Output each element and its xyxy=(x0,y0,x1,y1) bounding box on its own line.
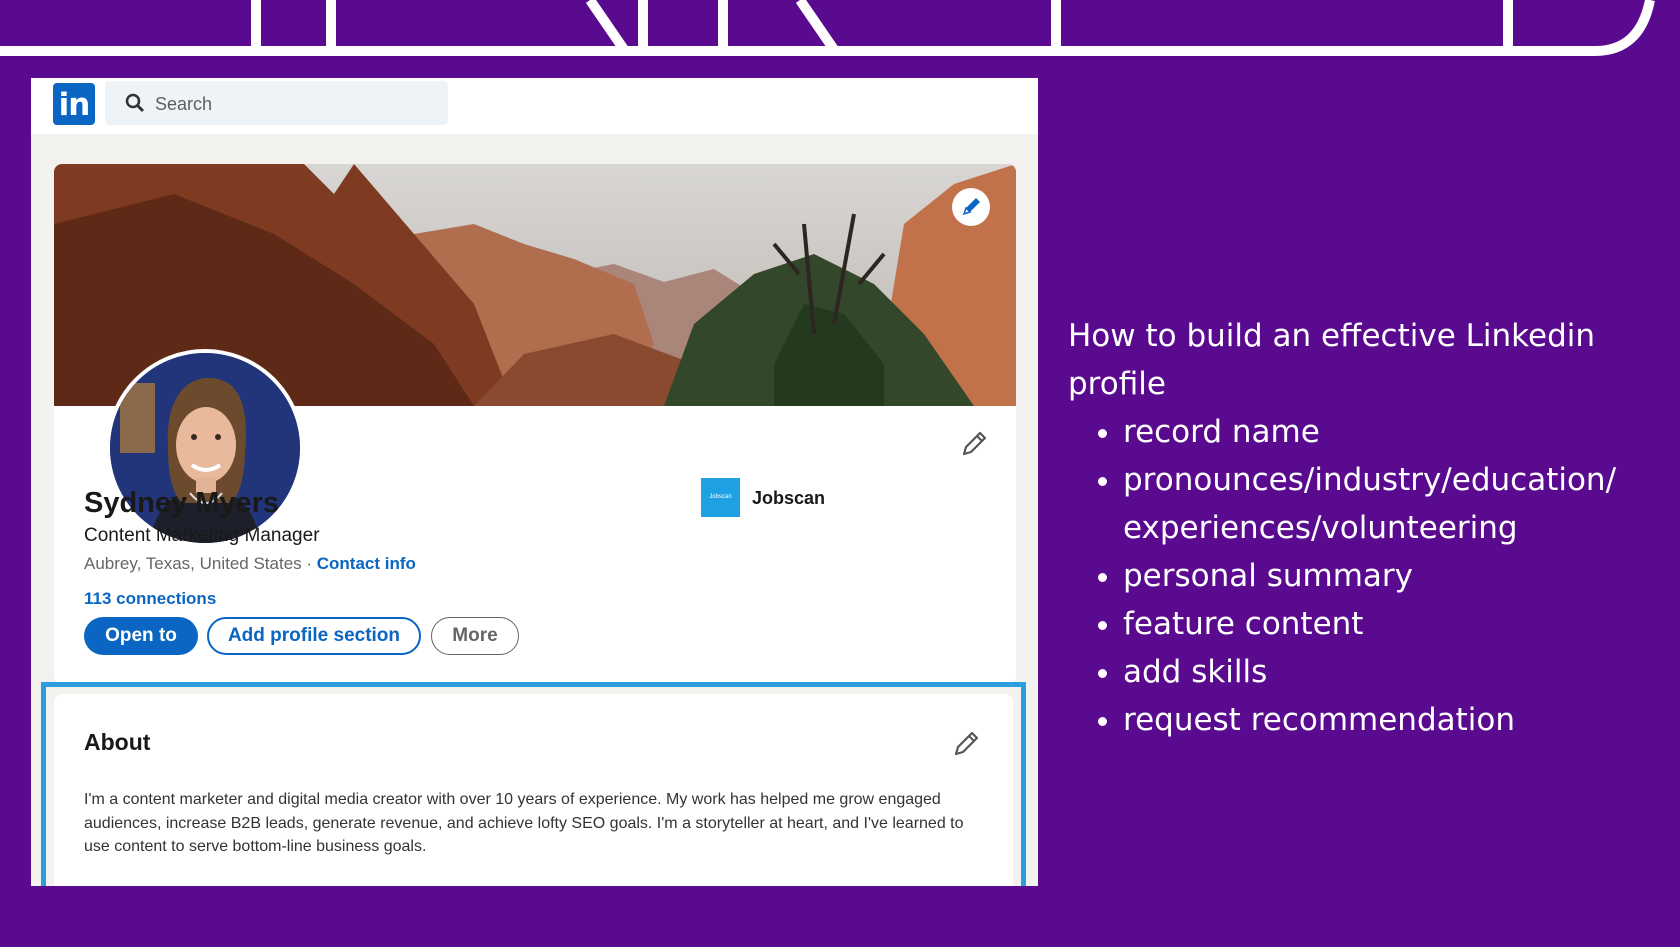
search-input[interactable] xyxy=(153,88,437,120)
pencil-icon[interactable] xyxy=(951,729,981,759)
about-text: I'm a content marketer and digital media… xyxy=(84,791,964,855)
location-separator: · xyxy=(301,554,317,573)
about-title: About xyxy=(84,729,151,755)
linkedin-screenshot: in Search Sydney Myers Content Marketing… xyxy=(31,78,1038,886)
more-button[interactable]: More xyxy=(431,617,519,655)
pencil-icon[interactable] xyxy=(959,429,989,459)
list-item: feature content xyxy=(1123,600,1668,648)
search-box[interactable] xyxy=(105,81,448,125)
list-item: pronounces/industry/education/ experienc… xyxy=(1123,456,1668,552)
list-item: request recommendation xyxy=(1123,696,1668,744)
profile-headline: Content Marketing Manager xyxy=(84,525,320,546)
tips-list: record name pronounces/industry/educatio… xyxy=(1068,408,1668,744)
open-to-button[interactable]: Open to xyxy=(84,617,198,655)
list-item: personal summary xyxy=(1123,552,1668,600)
edit-banner-button[interactable] xyxy=(952,188,990,226)
company-logo[interactable]: Jobscan xyxy=(701,478,740,517)
pencil-icon xyxy=(962,198,980,216)
contact-info-link[interactable]: Contact info xyxy=(317,554,416,573)
list-item: record name xyxy=(1123,408,1668,456)
search-icon xyxy=(125,93,145,113)
top-nav-bar: in xyxy=(31,78,1038,134)
linkedin-logo[interactable]: in xyxy=(53,83,95,125)
about-section: About I'm a content marketer and digital… xyxy=(54,694,1013,886)
company-name[interactable]: Jobscan xyxy=(752,488,825,509)
profile-card: Sydney Myers Content Marketing Manager A… xyxy=(54,164,1016,684)
profile-name: Sydney Myers xyxy=(84,487,280,519)
profile-location: Aubrey, Texas, United States xyxy=(84,554,302,573)
profile-location-line: Aubrey, Texas, United States · Contact i… xyxy=(84,554,416,574)
connections-link[interactable]: 113 connections xyxy=(84,589,216,609)
tips-panel: How to build an effective Linkedin profi… xyxy=(1068,312,1668,744)
panel-title: How to build an effective Linkedin profi… xyxy=(1068,318,1596,402)
list-item: add skills xyxy=(1123,648,1668,696)
decorative-frame xyxy=(0,0,1655,56)
about-highlight: About I'm a content marketer and digital… xyxy=(41,682,1026,886)
company-logo-text: Jobscan xyxy=(709,494,732,500)
add-profile-section-button[interactable]: Add profile section xyxy=(207,617,421,655)
